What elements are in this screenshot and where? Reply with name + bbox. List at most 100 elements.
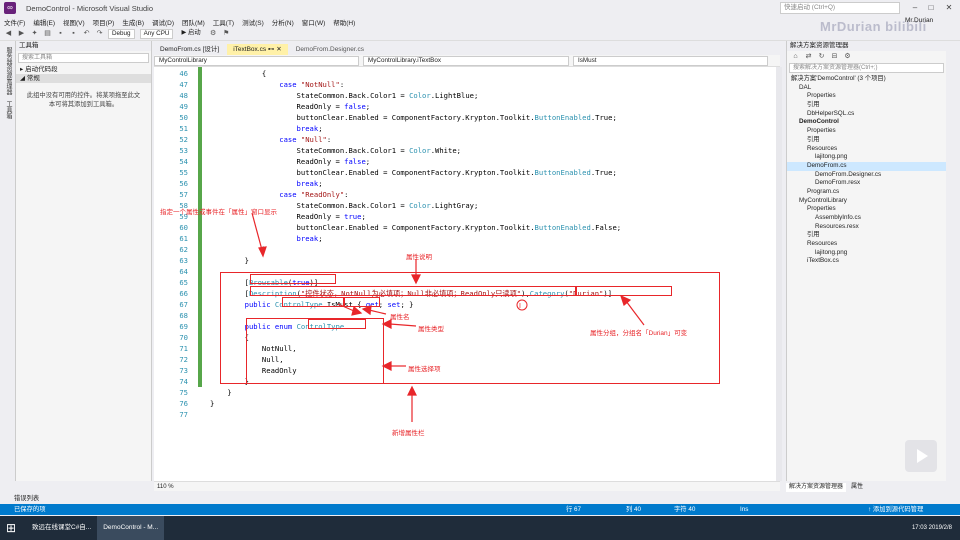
start-button[interactable]: ▶ 启动 xyxy=(178,28,204,39)
toolbox-tab[interactable]: 工具箱 xyxy=(3,101,13,119)
back-icon[interactable]: ◀ xyxy=(4,29,13,38)
new-project-icon[interactable]: ✦ xyxy=(30,29,39,38)
member-dropdown[interactable]: IsMust xyxy=(573,55,768,66)
solution-tree-item[interactable]: Properties xyxy=(787,205,946,214)
solution-tree-item[interactable]: DemoControl xyxy=(787,118,946,127)
menu-item[interactable]: 调试(D) xyxy=(152,17,174,27)
solution-explorer-toolbar: ⌂ ⇄ ↻ ⊟ ⚙ xyxy=(787,51,946,61)
toolbox-group[interactable]: ▸ 启动代码段 xyxy=(16,65,151,74)
refresh-icon[interactable]: ↻ xyxy=(817,52,826,61)
solution-tree-item[interactable]: DAL xyxy=(787,84,946,93)
code-editor[interactable]: 46 47 48 49 50 51 52 53 54 55 56 57 58 59 60 61 62 63 64 65… xyxy=(154,67,776,481)
solution-tree-item[interactable]: MyControlLibrary xyxy=(787,197,946,206)
attach-icon[interactable]: ⚙ xyxy=(209,29,218,38)
tab-itextbox[interactable]: iTextBox.cs ⊷ ✕ xyxy=(227,44,288,55)
save-icon[interactable]: ▪ xyxy=(56,29,65,38)
menu-item[interactable]: 文件(F) xyxy=(4,17,25,27)
solution-tree-item[interactable]: DbHelperSQL.cs xyxy=(787,110,946,119)
collapse-icon[interactable]: ⊟ xyxy=(830,52,839,61)
close-button[interactable]: ✕ xyxy=(942,2,956,14)
source-control-button[interactable]: ↑ 添加到源代码管理 xyxy=(868,504,923,515)
toolbox-search-input[interactable]: 搜索工具箱 xyxy=(18,53,149,63)
menu-item[interactable]: 分析(N) xyxy=(272,17,294,27)
status-bar: 已保存的项 行 67 列 40 字符 40 Ins ↑ 添加到源代码管理 xyxy=(0,504,960,515)
menu-bar: 文件(F) 编辑(E) 视图(V) 项目(P) 生成(B) 调试(D) 团队(M) 工具(T)… xyxy=(0,16,960,27)
redo-icon[interactable]: ↷ xyxy=(95,29,104,38)
solution-tree-item[interactable]: AssemblyInfo.cs xyxy=(787,214,946,223)
solution-tree-item[interactable]: Resources xyxy=(787,145,946,154)
undo-icon[interactable]: ↶ xyxy=(82,29,91,38)
toolbox-title: 工具箱 xyxy=(16,41,151,51)
platform-select[interactable]: Any CPU xyxy=(139,28,174,39)
zoom-level[interactable]: 110 % xyxy=(154,481,780,491)
status-line: 行 67 xyxy=(566,506,582,513)
taskbar-item[interactable]: 致远在线课堂C#自... xyxy=(26,516,97,540)
solution-tree: 解决方案'DemoControl' (3 个项目) DAL Properties 引用… xyxy=(787,75,946,266)
quick-launch-input[interactable]: 快速启动 (Ctrl+Q) xyxy=(780,2,900,14)
editor-tabs: DemoFrom.cs [设计] iTextBox.cs ⊷ ✕ DemoFro… xyxy=(154,44,780,55)
solution-tree-item[interactable]: DemoFrom.cs xyxy=(787,161,946,171)
taskbar-item[interactable]: DemoControl - M... xyxy=(97,516,165,540)
home-icon[interactable]: ⌂ xyxy=(791,52,800,61)
toolbox-empty-message: 此组中没有可用的控件。将某项拖至此文本可将其添加到工具箱。 xyxy=(26,92,141,108)
solution-tree-item[interactable]: lajitong.png xyxy=(787,249,946,258)
config-select[interactable]: Debug xyxy=(108,28,135,39)
tab-demofrom-designer[interactable]: DemoFrom.Designer.cs xyxy=(289,44,370,55)
solution-tree-item[interactable]: iTextBox.cs xyxy=(787,257,946,266)
solution-tree-item[interactable]: 引用 xyxy=(787,231,946,240)
solution-tree-item[interactable]: 解决方案'DemoControl' (3 个项目) xyxy=(787,75,946,84)
properties-icon[interactable]: ⚙ xyxy=(843,52,852,61)
tab-demofrom-design[interactable]: DemoFrom.cs [设计] xyxy=(154,44,226,55)
toolbox-group[interactable]: ◢ 常规 xyxy=(16,74,151,83)
start-icon[interactable]: ⊞ xyxy=(0,516,26,540)
solution-search-input[interactable]: 搜索解决方案资源管理器(Ctrl+;) xyxy=(789,63,944,73)
menu-item[interactable]: 生成(B) xyxy=(122,17,144,27)
window-title: DemoControl - Microsoft Visual Studio xyxy=(26,3,153,13)
menu-item[interactable]: 测试(S) xyxy=(242,17,264,27)
user-name[interactable]: Mr.Durian xyxy=(905,17,933,24)
solution-tree-item[interactable]: 引用 xyxy=(787,136,946,145)
solution-tree-item[interactable]: Properties xyxy=(787,127,946,136)
solution-tree-item[interactable]: Properties xyxy=(787,92,946,101)
menu-item[interactable]: 工具(T) xyxy=(213,17,234,27)
pin-icon[interactable]: ⊷ xyxy=(268,46,275,53)
solution-explorer-title: 解决方案资源管理器 xyxy=(787,41,946,51)
minimize-button[interactable]: – xyxy=(908,2,922,14)
status-col: 列 40 xyxy=(626,506,642,513)
solution-tree-item[interactable]: 引用 xyxy=(787,101,946,110)
solution-tree-item[interactable]: DemoFrom.Designer.cs xyxy=(787,171,946,180)
save-all-icon[interactable]: ▪ xyxy=(69,29,78,38)
editor-scrollbar[interactable] xyxy=(776,67,782,481)
server-explorer-tab[interactable]: 服务器资源管理器 xyxy=(3,47,13,95)
menu-item[interactable]: 编辑(E) xyxy=(33,17,55,27)
menu-item[interactable]: 帮助(H) xyxy=(333,17,355,27)
solution-explorer-panel: 解决方案资源管理器 ⌂ ⇄ ↻ ⊟ ⚙ 搜索解决方案资源管理器(Ctrl+;) … xyxy=(786,41,946,481)
toolbar: ◀ ▶ ✦ ▤ ▪ ▪ ↶ ↷ Debug Any CPU ▶ 启动 ⚙ ⚑ xyxy=(0,27,960,41)
tab-solution-explorer[interactable]: 解决方案资源管理器 xyxy=(786,483,847,492)
maximize-button[interactable]: □ xyxy=(924,2,938,14)
solution-tree-item[interactable]: lajitong.png xyxy=(787,153,946,162)
tab-properties[interactable]: 属性 xyxy=(848,483,867,492)
open-icon[interactable]: ▤ xyxy=(43,29,52,38)
menu-item[interactable]: 视图(V) xyxy=(63,17,85,27)
play-overlay-icon[interactable] xyxy=(905,440,937,472)
solution-tree-item[interactable]: Program.cs xyxy=(787,188,946,197)
menu-item[interactable]: 项目(P) xyxy=(93,17,115,27)
right-side-strip xyxy=(948,41,960,481)
error-list-tab[interactable]: 错误列表 xyxy=(0,494,960,504)
tray-clock[interactable]: 17:03 2019/2/8 xyxy=(912,525,952,531)
system-tray: 17:03 2019/2/8 xyxy=(780,516,960,540)
forward-icon[interactable]: ▶ xyxy=(17,29,26,38)
sync-icon[interactable]: ⇄ xyxy=(804,52,813,61)
solution-tree-item[interactable]: Resources xyxy=(787,240,946,249)
close-tab-icon[interactable]: ✕ xyxy=(276,46,281,53)
type-dropdown[interactable]: MyControlLibrary.iTextBox xyxy=(363,55,569,66)
bookmark-icon[interactable]: ⚑ xyxy=(222,29,231,38)
project-dropdown[interactable]: MyControlLibrary xyxy=(154,55,359,66)
solution-tree-item[interactable]: DemoFrom.resx xyxy=(787,179,946,188)
status-char: 字符 40 xyxy=(674,506,696,513)
status-mode: Ins xyxy=(740,506,749,513)
menu-item[interactable]: 团队(M) xyxy=(182,17,205,27)
arrow-browsable xyxy=(251,212,263,251)
menu-item[interactable]: 窗口(W) xyxy=(302,17,325,27)
